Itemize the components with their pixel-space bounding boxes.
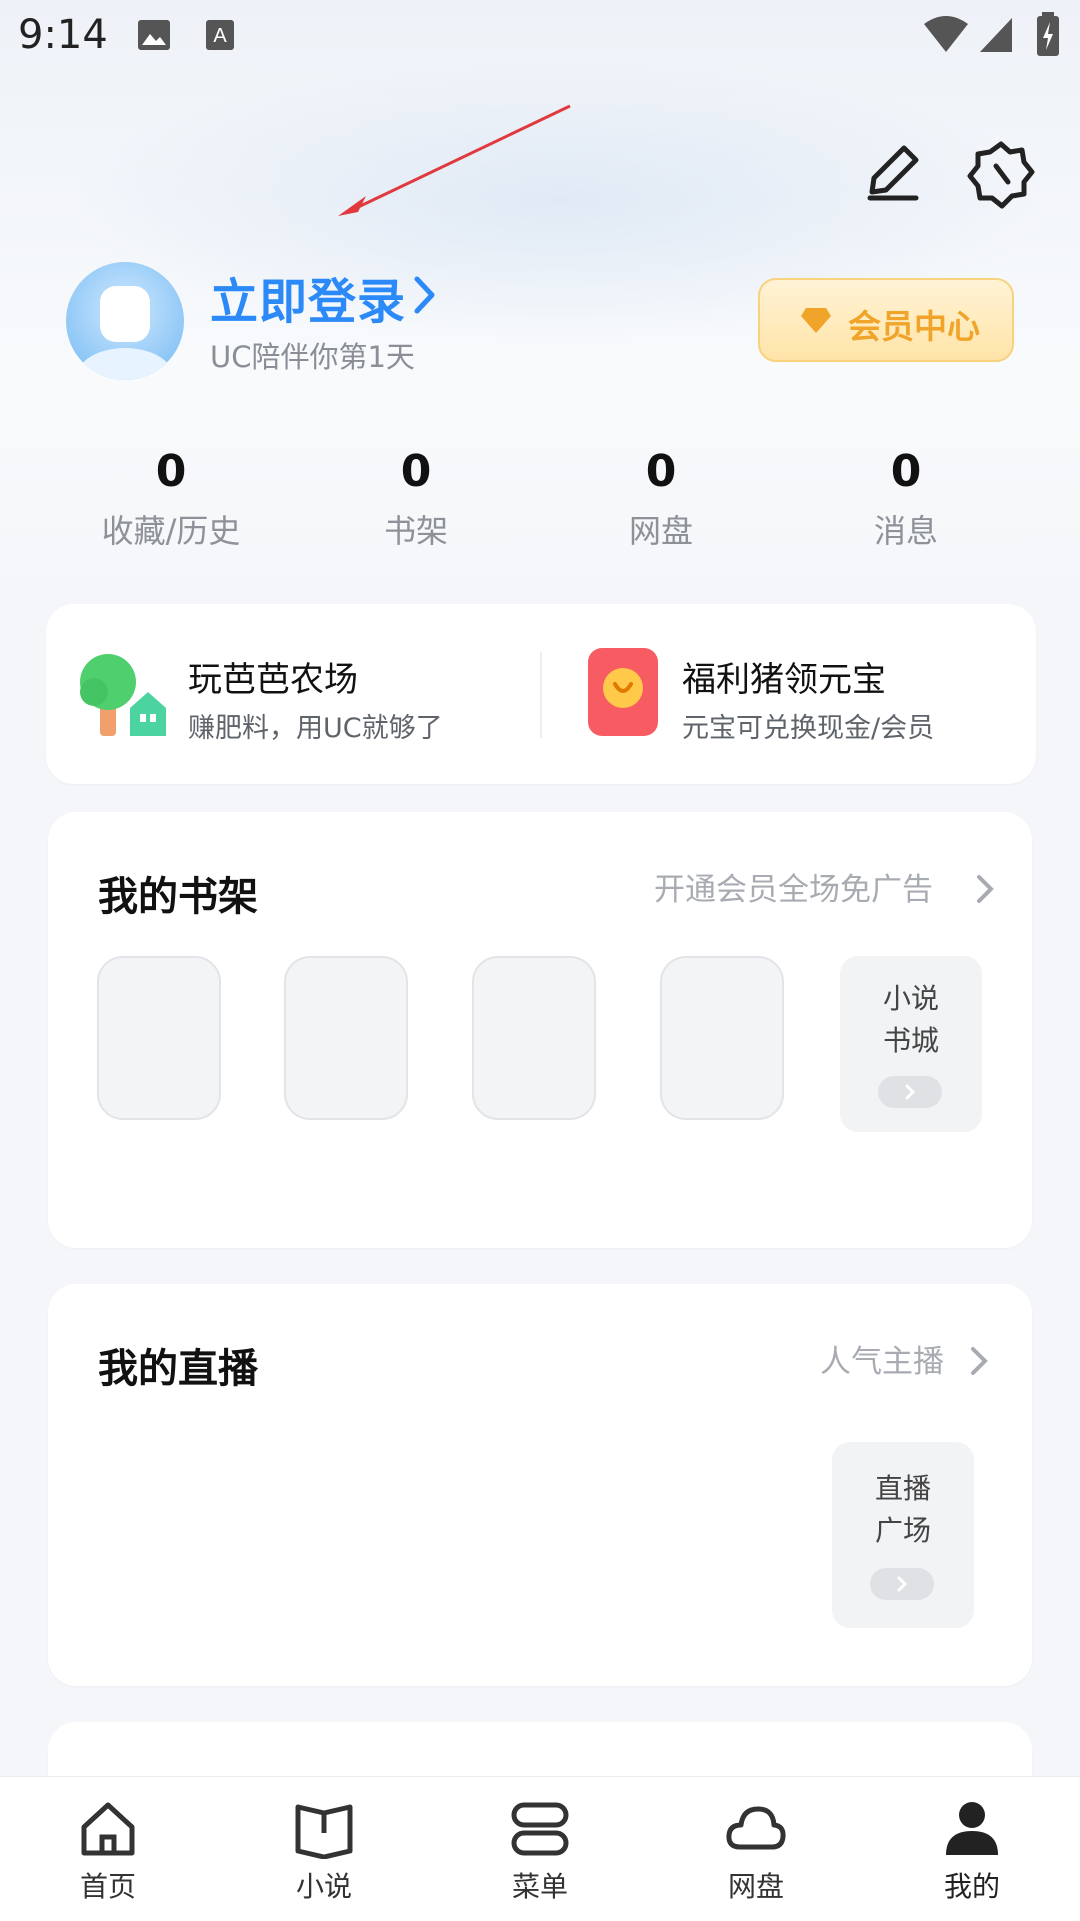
stat-value: 0 xyxy=(155,446,187,497)
promo-pig-rewards[interactable]: 福利猪领元宝 元宝可兑换现金/会员 xyxy=(542,604,1036,784)
red-envelope-icon xyxy=(588,648,658,736)
stat-value: 0 xyxy=(890,446,922,497)
promo-title: 福利猪领元宝 xyxy=(682,660,886,700)
promo-subtitle: 元宝可兑换现金/会员 xyxy=(682,713,935,744)
battery-icon xyxy=(1037,12,1059,56)
stat-bookshelf[interactable]: 0 书架 xyxy=(296,444,536,552)
tab-netdisk[interactable]: 网盘 xyxy=(648,1777,864,1921)
bookshelf-title: 我的书架 xyxy=(98,874,258,920)
status-bar: 9:14 A xyxy=(0,0,1080,74)
vip-center-button[interactable]: 会员中心 xyxy=(758,278,1014,362)
book-slot[interactable] xyxy=(660,956,784,1120)
avatar[interactable] xyxy=(66,262,184,380)
settings-icon[interactable] xyxy=(966,140,1036,210)
stat-value: 0 xyxy=(400,446,432,497)
tab-label: 菜单 xyxy=(511,1870,568,1903)
chevron-right-icon xyxy=(897,1576,908,1592)
stat-messages[interactable]: 0 消息 xyxy=(786,444,1026,552)
stat-netdisk[interactable]: 0 网盘 xyxy=(541,444,781,552)
status-time: 9:14 xyxy=(18,12,108,58)
svg-text:A: A xyxy=(213,25,227,47)
annotation-arrow xyxy=(338,104,571,216)
stat-label: 书架 xyxy=(383,512,448,550)
chevron-right-icon xyxy=(977,875,994,903)
wifi-icon xyxy=(924,16,968,52)
book-slot[interactable] xyxy=(472,956,596,1120)
tab-menu[interactable]: 菜单 xyxy=(432,1777,648,1921)
tile-line: 小说 xyxy=(882,982,939,1015)
tab-mine[interactable]: 我的 xyxy=(864,1777,1080,1921)
chevron-right-icon[interactable] xyxy=(412,275,438,315)
vip-no-ads-label: 开通会员全场免广告 xyxy=(654,872,933,908)
popular-anchors-link[interactable]: 人气主播 xyxy=(820,1332,994,1382)
stat-label: 网盘 xyxy=(628,512,693,550)
tab-label: 小说 xyxy=(295,1870,352,1903)
vip-center-label: 会员中心 xyxy=(848,307,980,346)
farm-tree-icon xyxy=(80,654,166,736)
cloud-icon xyxy=(726,1806,786,1850)
tile-arrow-pill xyxy=(870,1568,934,1600)
promo-subtitle: 赚肥料，用UC就够了 xyxy=(188,713,443,744)
person-icon xyxy=(946,1802,998,1855)
tab-label: 网盘 xyxy=(727,1870,784,1903)
companion-days-text: UC陪伴你第1天 xyxy=(210,340,415,374)
font-notification-icon: A xyxy=(206,20,234,50)
book-icon xyxy=(295,1804,353,1859)
vip-no-ads-link[interactable]: 开通会员全场免广告 xyxy=(654,860,994,910)
tile-line: 书城 xyxy=(882,1024,939,1057)
bookshelf-card: 我的书架 开通会员全场免广告 小说 书城 xyxy=(48,812,1032,1248)
bottom-tab-bar: 首页 小说 菜单 网盘 我的 xyxy=(0,1776,1080,1921)
promo-farm[interactable]: 玩芭芭农场 赚肥料，用UC就够了 xyxy=(46,604,540,784)
stat-label: 收藏/历史 xyxy=(101,512,241,550)
tile-line: 直播 xyxy=(874,1472,931,1505)
novel-store-tile[interactable]: 小说 书城 xyxy=(840,956,982,1132)
book-slot[interactable] xyxy=(284,956,408,1120)
tab-label: 我的 xyxy=(943,1870,1000,1903)
promo-card: 玩芭芭农场 赚肥料，用UC就够了 福利猪领元宝 元宝可兑换现金/会员 xyxy=(46,604,1036,784)
image-notification-icon xyxy=(138,20,170,50)
promo-title: 玩芭芭农场 xyxy=(188,660,358,700)
login-button[interactable]: 立即登录 xyxy=(210,262,406,332)
tab-label: 首页 xyxy=(79,1870,136,1903)
tile-arrow-pill xyxy=(878,1076,942,1108)
live-card: 我的直播 人气主播 直播 广场 xyxy=(48,1284,1032,1686)
stat-favorites-history[interactable]: 0 收藏/历史 xyxy=(51,444,291,552)
popular-anchors-label: 人气主播 xyxy=(820,1344,944,1380)
diamond-icon xyxy=(801,308,831,333)
tab-home[interactable]: 首页 xyxy=(0,1777,216,1921)
live-title: 我的直播 xyxy=(98,1346,258,1392)
edit-icon[interactable] xyxy=(858,140,928,210)
book-slot[interactable] xyxy=(97,956,221,1120)
tile-line: 广场 xyxy=(874,1514,931,1547)
stat-label: 消息 xyxy=(873,512,938,550)
stat-value: 0 xyxy=(645,446,677,497)
cellular-signal-icon xyxy=(980,18,1012,52)
chevron-right-icon xyxy=(971,1347,988,1375)
menu-icon xyxy=(511,1802,569,1856)
chevron-right-icon xyxy=(905,1084,916,1100)
tab-novel[interactable]: 小说 xyxy=(216,1777,432,1921)
home-icon xyxy=(81,1802,135,1856)
live-plaza-tile[interactable]: 直播 广场 xyxy=(832,1442,974,1628)
